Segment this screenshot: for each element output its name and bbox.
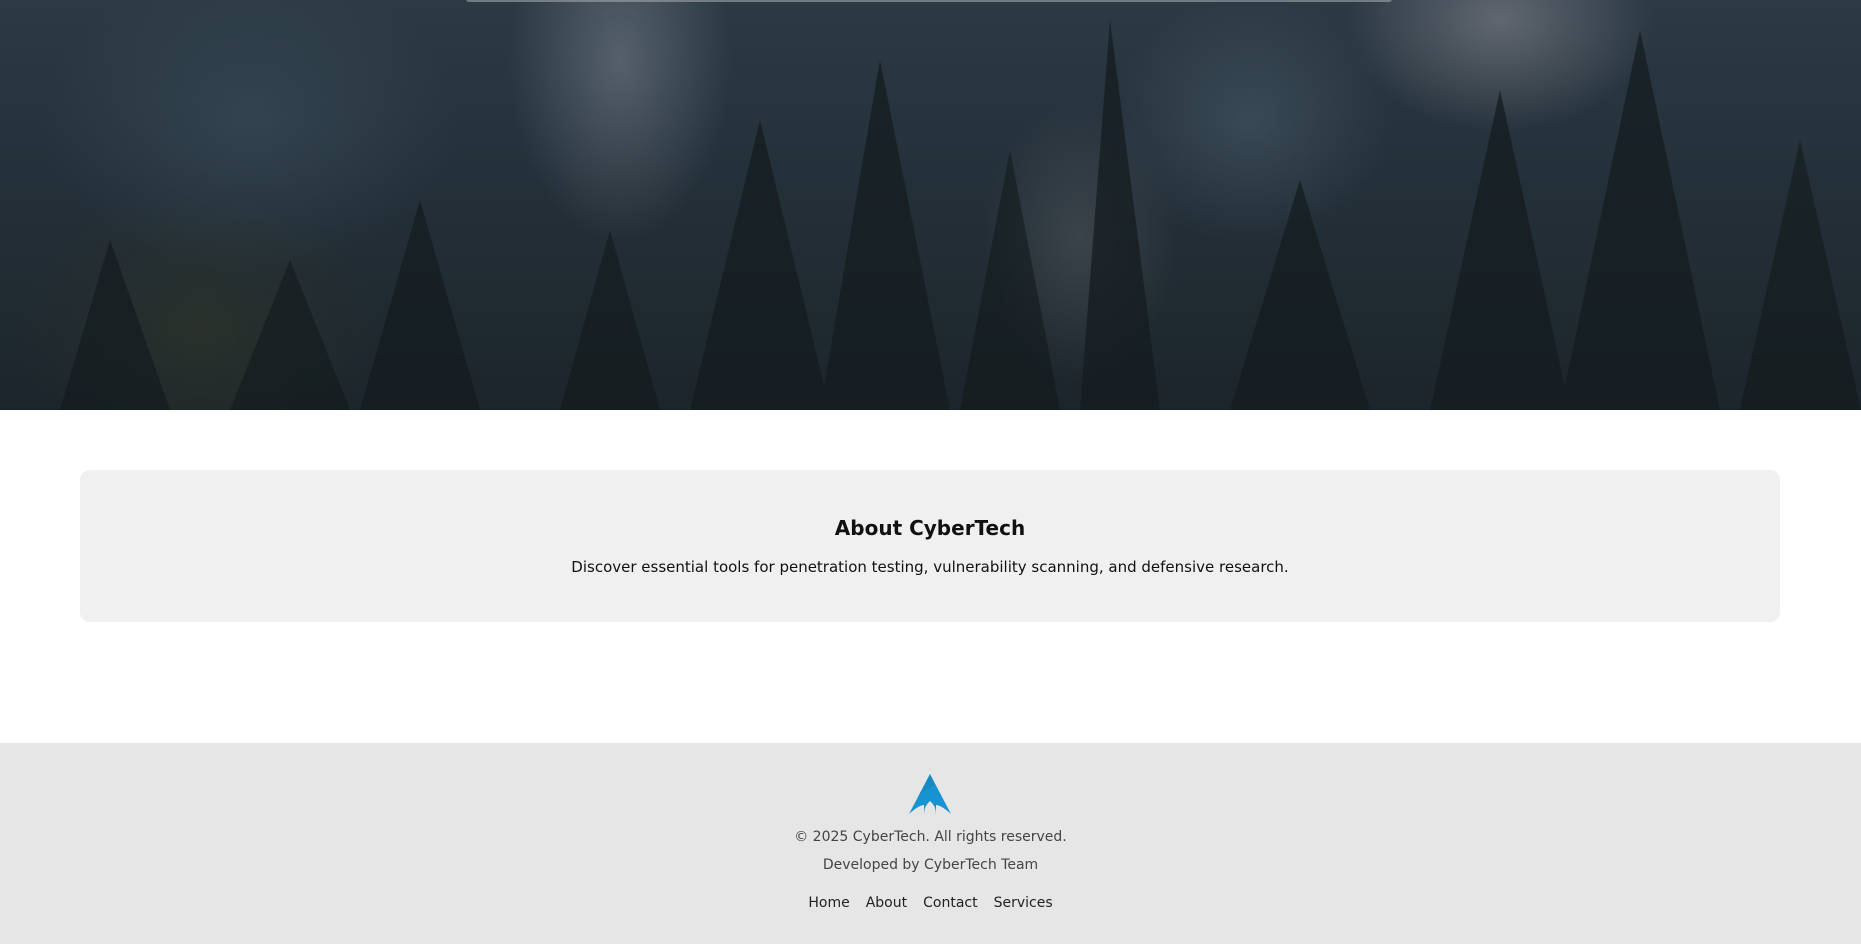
about-description: Discover essential tools for penetration… (571, 558, 1289, 576)
site-footer: © 2025 CyberTech. All rights reserved. D… (0, 743, 1861, 944)
developer-credit: Developed by CyberTech Team (822, 857, 1039, 873)
about-title: About CyberTech (834, 516, 1026, 540)
footer-nav: Home About Contact Services (0, 895, 1861, 911)
footer-link-home[interactable]: Home (808, 895, 849, 911)
about-section: About CyberTech Discover essential tools… (80, 470, 1780, 622)
hero-background-image (0, 0, 1861, 410)
footer-link-contact[interactable]: Contact (923, 895, 977, 911)
footer-link-about[interactable]: About (866, 895, 907, 911)
forest-silhouette (60, 20, 1861, 410)
copyright-text: © 2025 CyberTech. All rights reserved. (794, 829, 1067, 845)
arch-linux-logo-icon (909, 774, 951, 814)
footer-link-services[interactable]: Services (994, 895, 1053, 911)
search-bar-edge (466, 0, 1392, 2)
